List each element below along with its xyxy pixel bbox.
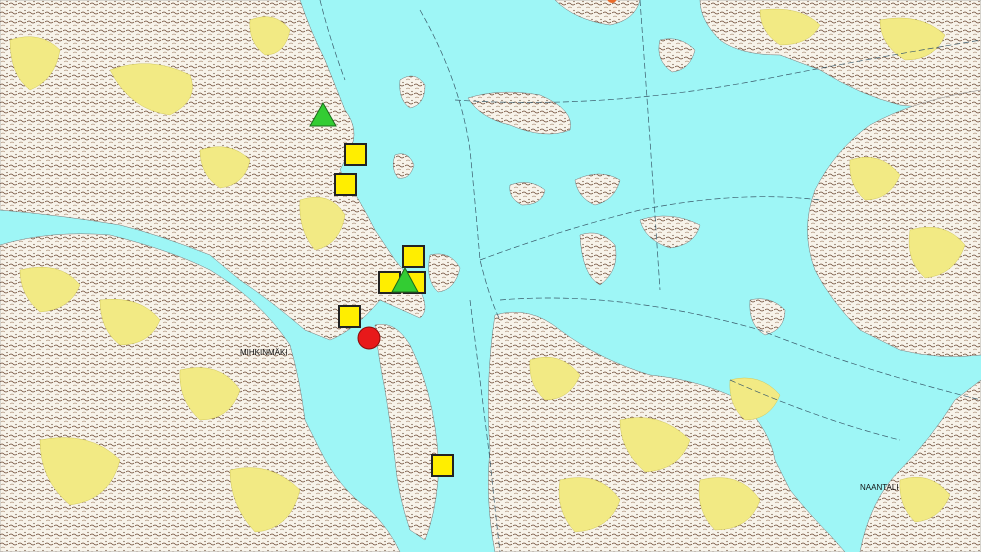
square-marker[interactable] <box>344 143 367 166</box>
place-label-mihkinmaki: MIHKINMÄKI <box>240 348 288 357</box>
square-marker[interactable] <box>334 173 357 196</box>
place-label-naantali: NAANTALI <box>860 483 899 492</box>
map-view[interactable]: MIHKINMÄKI NAANTALI <box>0 0 981 552</box>
square-marker[interactable] <box>402 245 425 268</box>
map-canvas[interactable]: MIHKINMÄKI NAANTALI <box>0 0 981 552</box>
circle-marker[interactable] <box>357 326 381 350</box>
square-marker[interactable] <box>431 454 454 477</box>
square-marker[interactable] <box>338 305 361 328</box>
